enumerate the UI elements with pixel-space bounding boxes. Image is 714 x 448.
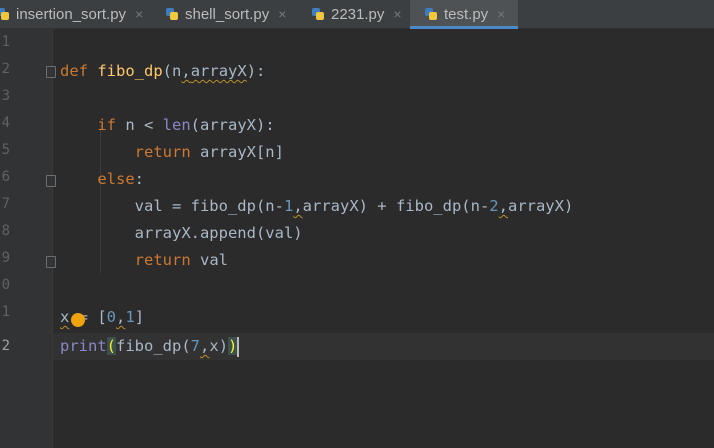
number: 1 xyxy=(125,308,135,326)
param-n: n xyxy=(172,62,182,80)
close-tab-icon[interactable]: × xyxy=(393,6,401,22)
code-line-4[interactable]: if n < len(arrayX): xyxy=(60,112,275,139)
code-line-8[interactable]: arrayX.append(val) xyxy=(60,220,303,247)
code-line-5[interactable]: return arrayX[n] xyxy=(60,139,284,166)
line-number: 1 xyxy=(1,34,10,50)
expr: arrayX) xyxy=(507,197,574,215)
paren-colon: ): xyxy=(246,62,266,80)
param-arrayX: arrayX xyxy=(190,62,247,80)
line-number: 4 xyxy=(1,115,10,131)
tab-label: insertion_sort.py xyxy=(16,5,127,23)
builtin-print: print xyxy=(60,337,107,355)
keyword-return: return xyxy=(134,143,191,161)
builtin-len: len xyxy=(162,116,191,134)
tab-label: test.py xyxy=(444,5,489,23)
close-tab-icon[interactable]: × xyxy=(135,6,143,22)
expr: arrayX) + fibo_dp(n- xyxy=(302,197,490,215)
keyword-return: return xyxy=(134,251,191,269)
python-file-icon xyxy=(0,7,10,21)
line-number: 5 xyxy=(1,142,10,158)
python-file-icon xyxy=(165,7,179,21)
number: 7 xyxy=(190,337,201,355)
colon: : xyxy=(134,170,144,188)
code-line-6[interactable]: else: xyxy=(60,166,144,193)
number: 1 xyxy=(283,197,294,215)
number: 0 xyxy=(106,308,117,326)
keyword-def: def xyxy=(60,62,88,80)
bracket: ] xyxy=(134,308,145,326)
tab-shell-sort[interactable]: shell_sort.py × xyxy=(165,0,286,28)
comma-warning: , xyxy=(200,337,210,355)
close-tab-icon[interactable]: × xyxy=(278,6,286,22)
expr: fibo_dp( xyxy=(116,337,191,355)
code-line-2[interactable]: def fibo_dp(n,arrayX): xyxy=(60,58,265,85)
tab-label: 2231.py xyxy=(331,5,385,23)
tab-insertion-sort[interactable]: insertion_sort.py × xyxy=(0,0,143,28)
python-file-icon xyxy=(424,7,438,21)
number: 2 xyxy=(489,197,499,215)
code-line-9[interactable]: return val xyxy=(60,247,228,274)
condition: n < xyxy=(116,116,163,134)
comma-warning: , xyxy=(293,197,303,215)
line-number: 2 xyxy=(1,61,10,77)
close-tab-icon[interactable]: × xyxy=(497,6,505,22)
tab-2231[interactable]: 2231.py × xyxy=(311,0,402,28)
comma-warning: , xyxy=(498,197,508,215)
expr: arrayX.append(val) xyxy=(134,224,303,242)
python-file-icon xyxy=(311,7,325,21)
line-number: 7 xyxy=(1,196,10,212)
editor-tab-bar: insertion_sort.py × shell_sort.py × 2231… xyxy=(0,0,714,29)
paren: ( xyxy=(162,62,173,80)
condition-rest: (arrayX): xyxy=(190,116,275,134)
code-editor[interactable]: def fibo_dp(n,arrayX): if n < len(arrayX… xyxy=(53,29,714,448)
comma-warning: , xyxy=(116,308,126,326)
return-expr: val xyxy=(190,251,228,269)
line-number-current: 2 xyxy=(1,338,10,354)
keyword-if: if xyxy=(97,116,116,134)
function-name: fibo_dp xyxy=(97,62,163,80)
text-caret xyxy=(237,336,240,357)
matched-paren: ( xyxy=(106,337,117,355)
matched-paren: ) xyxy=(228,337,238,355)
line-number: 1 xyxy=(1,304,10,320)
expr: x) xyxy=(209,337,229,355)
line-number: 8 xyxy=(1,223,10,239)
code-line-7[interactable]: val = fibo_dp(n-1,arrayX) + fibo_dp(n-2,… xyxy=(60,193,574,220)
variable-x: x xyxy=(60,308,70,326)
line-number: 0 xyxy=(1,277,10,293)
line-number: 6 xyxy=(1,169,10,185)
comma-warning: , xyxy=(181,62,191,80)
line-number-gutter[interactable]: 1 2 3 4 5 6 7 8 9 0 1 2 xyxy=(0,29,56,448)
expr: val = fibo_dp(n- xyxy=(134,197,284,215)
tab-label: shell_sort.py xyxy=(185,5,270,23)
tab-test[interactable]: test.py × xyxy=(410,0,518,29)
lightbulb-icon[interactable] xyxy=(71,313,85,327)
code-line-12[interactable]: print(fibo_dp(7,x)) xyxy=(60,333,240,360)
line-number: 3 xyxy=(1,88,10,104)
return-expr: arrayX[n] xyxy=(190,143,284,161)
keyword-else: else xyxy=(97,170,135,188)
line-number: 9 xyxy=(1,250,10,266)
